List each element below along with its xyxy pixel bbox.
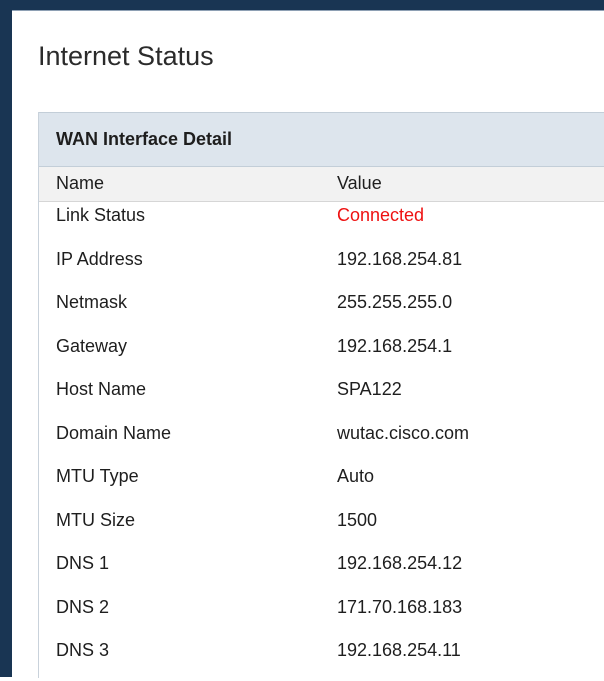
- table-row: Netmask 255.255.255.0: [39, 289, 604, 333]
- row-value: wutac.cisco.com: [337, 422, 470, 443]
- table-header: Name Value: [39, 167, 604, 202]
- row-value: Auto: [337, 466, 375, 486]
- table-row: DNS 2 171.70.168.183: [39, 594, 604, 638]
- column-header-name: Name: [56, 173, 105, 193]
- row-label: Domain Name: [56, 422, 172, 443]
- row-label: MTU Type: [56, 466, 139, 486]
- row-label: IP Address: [56, 248, 143, 269]
- app-window: Internet Status WAN Interface Detail Nam…: [0, 0, 604, 678]
- main-content: Internet Status WAN Interface Detail Nam…: [12, 10, 604, 678]
- table-row: IP Address 192.168.254.81: [39, 246, 604, 290]
- row-value: 171.70.168.183: [337, 596, 463, 617]
- section-title: WAN Interface Detail: [56, 129, 233, 149]
- row-label: DNS 1: [56, 553, 110, 573]
- column-header-value: Value: [337, 173, 382, 193]
- row-value: 192.168.254.1: [337, 335, 453, 356]
- row-label: Host Name: [56, 379, 147, 399]
- row-value: 255.255.255.0: [337, 292, 453, 312]
- window-left-border: [0, 10, 12, 677]
- table-row: Link Status Connected: [39, 202, 604, 246]
- row-label: Link Status: [56, 205, 146, 225]
- row-label: DNS 2: [56, 596, 110, 617]
- table-row: MTU Type Auto: [39, 463, 604, 507]
- link-status-value: Connected: [337, 205, 425, 225]
- wan-interface-panel: WAN Interface Detail Name Value Link Sta…: [38, 112, 604, 678]
- row-label: Gateway: [56, 335, 128, 356]
- table-row: Host Name SPA122: [39, 376, 604, 420]
- window-top-border: [0, 0, 604, 10]
- section-header: WAN Interface Detail: [39, 112, 604, 167]
- row-label: MTU Size: [56, 509, 136, 530]
- row-value: 192.168.254.12: [337, 553, 463, 573]
- table-row: DNS 3 192.168.254.11: [39, 637, 604, 681]
- row-value: 192.168.254.11: [337, 640, 461, 660]
- table-row: Gateway 192.168.254.1: [39, 333, 604, 377]
- table-row: MTU Size 1500: [39, 507, 604, 551]
- row-value: SPA122: [337, 379, 402, 399]
- table-row: Domain Name wutac.cisco.com: [39, 420, 604, 464]
- table-body: Link Status Connected IP Address 192.168…: [39, 202, 604, 681]
- page-title: Internet Status: [38, 41, 214, 71]
- row-label: DNS 3: [56, 640, 110, 660]
- row-label: Netmask: [56, 292, 128, 312]
- row-value: 1500: [337, 509, 378, 530]
- row-value: 192.168.254.81: [337, 248, 463, 269]
- table-row: DNS 1 192.168.254.12: [39, 550, 604, 594]
